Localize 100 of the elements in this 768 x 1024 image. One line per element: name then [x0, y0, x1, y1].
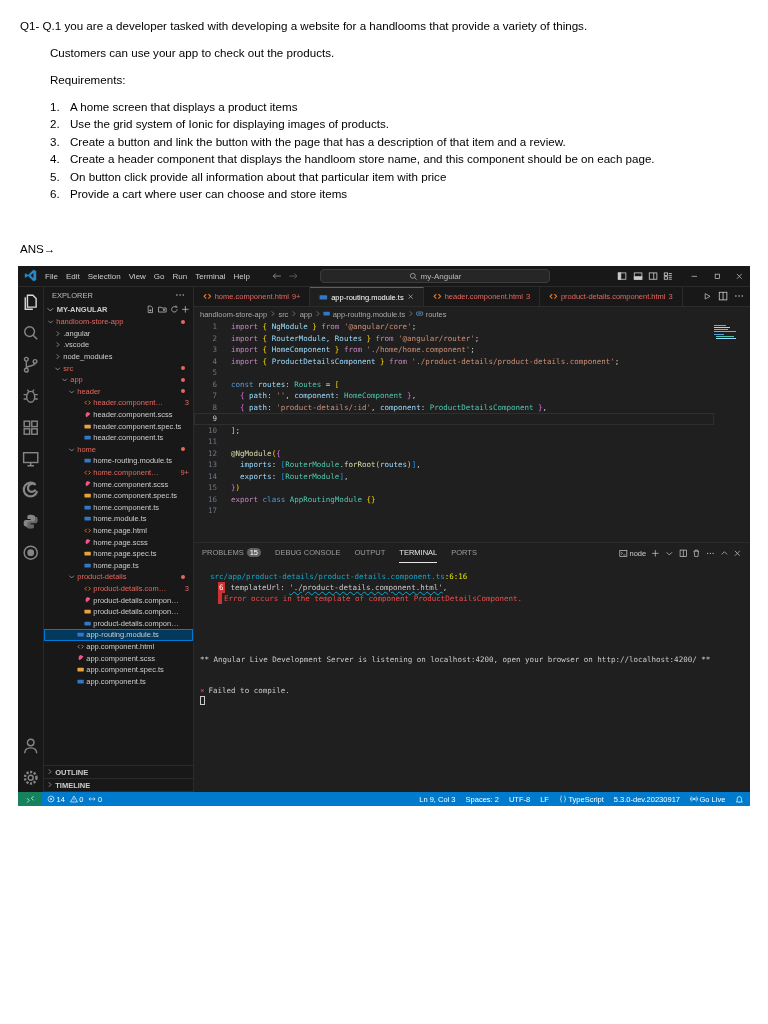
requirement-text: On button click provide all information about that particular item with price: [70, 168, 447, 185]
menu-item[interactable]: Go: [153, 271, 165, 281]
chevron-up-icon[interactable]: [719, 548, 729, 558]
minimap-drawing: [714, 325, 736, 339]
person-icon[interactable]: [21, 737, 40, 755]
requirements-heading: Requirements:: [50, 72, 127, 88]
new-folder-icon[interactable]: [157, 305, 167, 314]
html-file-icon: [84, 468, 92, 477]
chevron-right-icon: [314, 310, 322, 318]
run-icon[interactable]: [703, 292, 712, 301]
html-file-icon: [77, 642, 85, 651]
error-icon: [47, 795, 55, 803]
sass-file-icon: [84, 410, 92, 419]
source-control-icon[interactable]: [21, 355, 40, 374]
list-number: 1.: [50, 98, 61, 115]
sass-file-icon: [77, 654, 85, 662]
target-icon[interactable]: [21, 544, 40, 562]
close-icon[interactable]: [733, 548, 742, 558]
requirement-text: Create a button and link the button with the page that has a description of that item and a review.: [70, 133, 566, 150]
terminal-icon: [618, 548, 628, 558]
braces-icon: [558, 795, 567, 803]
menu-item[interactable]: File: [45, 271, 58, 281]
typescript-file-icon: [84, 434, 92, 442]
split-editor-icon[interactable]: [678, 548, 688, 558]
error-dot: [181, 447, 185, 452]
typescript-file-icon: [84, 457, 92, 465]
chevron-right-icon: [269, 310, 277, 318]
list-number: 3.: [50, 133, 61, 150]
sidebar-layout-icon[interactable]: [617, 270, 628, 282]
spec-file-icon: [84, 550, 92, 558]
html-file-icon: [84, 526, 92, 535]
error-dot: [181, 319, 185, 324]
chevron-down-icon: [46, 305, 55, 314]
back-arrow-icon[interactable]: [271, 270, 283, 282]
maximize-icon[interactable]: [712, 271, 722, 281]
html-file-icon: [432, 292, 442, 301]
panel-layout-icon[interactable]: [632, 270, 643, 282]
sass-file-icon: [84, 480, 92, 488]
menu-item[interactable]: Selection: [87, 271, 121, 281]
swirl-icon[interactable]: [21, 481, 40, 499]
ports-icon: [88, 795, 97, 803]
requirement-text: Create a header component that displays the handloom store name, and this component should be on each page.: [70, 151, 655, 167]
bug-icon[interactable]: [21, 387, 40, 405]
monitor-icon[interactable]: [21, 449, 40, 468]
interlocked-shapes-icon[interactable]: [21, 512, 40, 531]
menu-item[interactable]: Edit: [65, 271, 80, 281]
question-text: Q1- Q.1 you are a developer tasked with developing a website for a handlooms that provide a variety of things.: [20, 18, 589, 34]
intro-text: Customers can use your app to check out the products.: [50, 44, 336, 61]
requirement-text: Provide a cart where user can choose and store items: [70, 186, 348, 202]
settings-icon[interactable]: [21, 768, 40, 786]
search-icon: [408, 271, 418, 281]
warning-icon: [69, 795, 78, 803]
close-icon[interactable]: [735, 271, 744, 281]
new-file-icon[interactable]: [146, 305, 155, 314]
html-file-icon: [549, 292, 558, 301]
html-file-icon: [203, 292, 212, 301]
menu-item[interactable]: View: [128, 271, 146, 281]
split-layout-icon[interactable]: [647, 270, 658, 282]
split-editor-icon[interactable]: [717, 291, 728, 302]
menu-item[interactable]: Terminal: [195, 271, 226, 281]
refresh-icon[interactable]: [169, 305, 179, 314]
plus-icon[interactable]: [651, 548, 660, 558]
typescript-file-icon: [77, 677, 85, 685]
answer-label: ANS→: [20, 240, 57, 257]
terminal-cursor: [200, 696, 205, 705]
vscode-logo-icon[interactable]: [24, 269, 38, 283]
menu-item[interactable]: Help: [233, 271, 250, 281]
error-dot: [181, 574, 185, 579]
spec-file-icon: [77, 666, 85, 674]
html-file-icon: [84, 399, 92, 407]
error-dot: [181, 366, 185, 371]
error-dot: [181, 377, 185, 382]
html-file-icon: [84, 584, 92, 593]
sass-file-icon: [84, 596, 92, 604]
extensions-icon[interactable]: [21, 418, 40, 436]
requirement-text: A home screen that displays a product items: [70, 98, 298, 115]
command-center-search[interactable]: my-Angular: [320, 269, 551, 283]
menu-item[interactable]: Run: [172, 271, 188, 281]
spec-file-icon: [84, 492, 92, 500]
broadcast-icon: [690, 795, 698, 803]
variable-symbol-icon: [416, 310, 424, 318]
list-number: 5.: [50, 168, 61, 185]
close-icon[interactable]: [406, 293, 414, 301]
list-number: 6.: [50, 186, 61, 202]
bell-icon[interactable]: [735, 794, 744, 804]
spec-file-icon: [84, 422, 92, 430]
remote-icon: [25, 794, 35, 804]
list-number: 2.: [50, 116, 61, 132]
sass-file-icon: [84, 538, 92, 546]
plus-icon[interactable]: [181, 305, 190, 314]
requirement-text: Use the grid system of Ionic for displaying images of products.: [70, 116, 389, 132]
chevron-right-icon: [407, 310, 415, 318]
trash-icon[interactable]: [692, 548, 701, 558]
list-number: 4.: [50, 151, 61, 167]
typescript-file-icon: [84, 561, 92, 569]
custom-layout-icon[interactable]: [662, 270, 673, 282]
search-icon[interactable]: [21, 324, 40, 342]
spec-file-icon: [84, 608, 92, 616]
error-dot: [181, 389, 185, 394]
chevron-right-icon: [290, 310, 298, 318]
